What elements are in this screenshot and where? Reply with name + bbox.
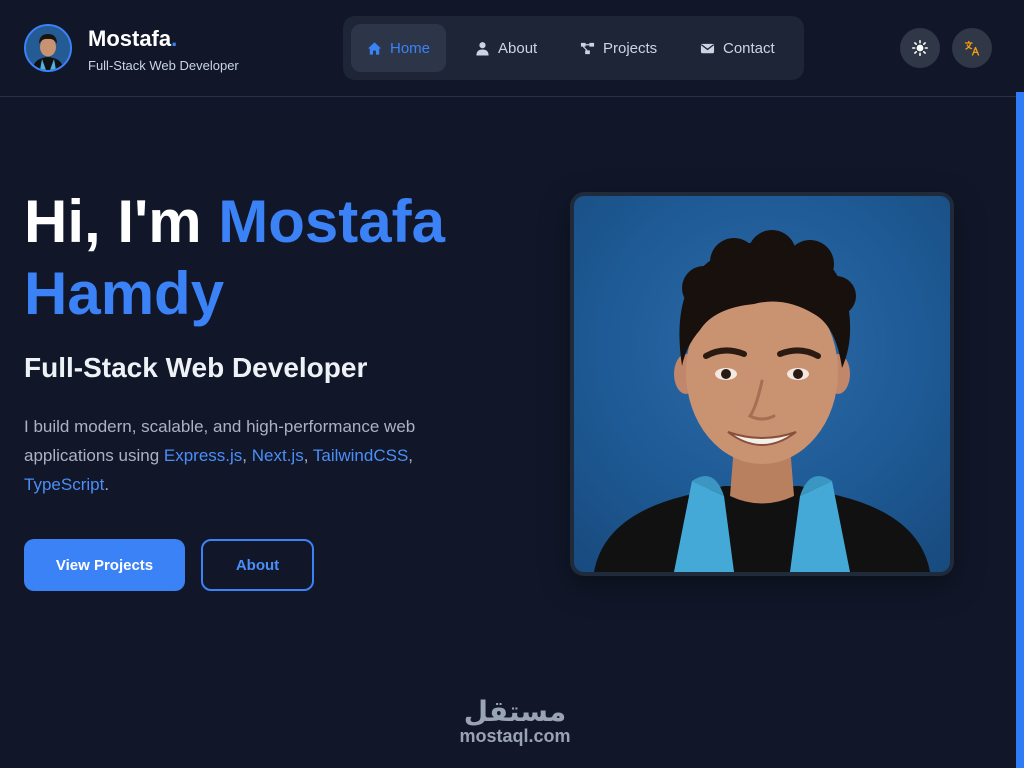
tech-typescript[interactable]: TypeScript (24, 475, 104, 494)
main-nav: Home About Projects Contact (343, 16, 804, 80)
hero-description: I build modern, scalable, and high-perfo… (24, 417, 416, 494)
profile-photo-frame (570, 192, 954, 576)
brand-dot: . (171, 26, 178, 51)
nav-item-home[interactable]: Home (351, 24, 447, 72)
brand-name[interactable]: Mostafa. (88, 26, 177, 52)
hero-role: Full-Stack Web Developer (24, 352, 368, 383)
desc-suffix: . (104, 475, 110, 494)
nav-item-contact[interactable]: Contact (684, 24, 791, 72)
nav-item-about[interactable]: About (459, 24, 553, 72)
view-projects-button[interactable]: View Projects (24, 539, 185, 591)
translate-icon (964, 40, 980, 56)
avatar[interactable] (24, 24, 72, 72)
watermark-latin: mostaql.com (459, 726, 571, 746)
user-icon (476, 41, 489, 56)
nav-item-projects[interactable]: Projects (564, 24, 673, 72)
tech-tailwind[interactable]: TailwindCSS (313, 446, 408, 465)
about-button[interactable]: About (201, 539, 314, 591)
brand-subtitle: Full-Stack Web Developer (88, 58, 239, 73)
nav-item-label: About (498, 39, 538, 57)
theme-toggle-button[interactable] (900, 28, 940, 68)
hero-name-last: Hamdy (24, 260, 225, 327)
watermark-arabic: مستقل (463, 696, 567, 727)
watermark: مستقل mostaql.com (440, 695, 590, 747)
profile-photo (574, 196, 950, 572)
scrollbar[interactable] (1016, 92, 1024, 768)
sun-icon (912, 40, 928, 56)
projects-icon (580, 42, 595, 54)
hero-title: Hi, I'm Mostafa Hamdy (24, 186, 544, 330)
envelope-icon (700, 43, 715, 53)
site-header: Mostafa. Full-Stack Web Developer Home A… (0, 0, 1024, 97)
nav-item-label: Projects (603, 39, 658, 57)
nav-item-label: Contact (723, 39, 775, 57)
hero-name-first: Mostafa (218, 188, 445, 255)
home-icon (367, 41, 382, 55)
tech-express[interactable]: Express.js (164, 446, 242, 465)
language-toggle-button[interactable] (952, 28, 992, 68)
hero-greeting: Hi, I'm (24, 188, 219, 255)
nav-item-label: Home (390, 39, 431, 57)
tech-next[interactable]: Next.js (252, 446, 304, 465)
